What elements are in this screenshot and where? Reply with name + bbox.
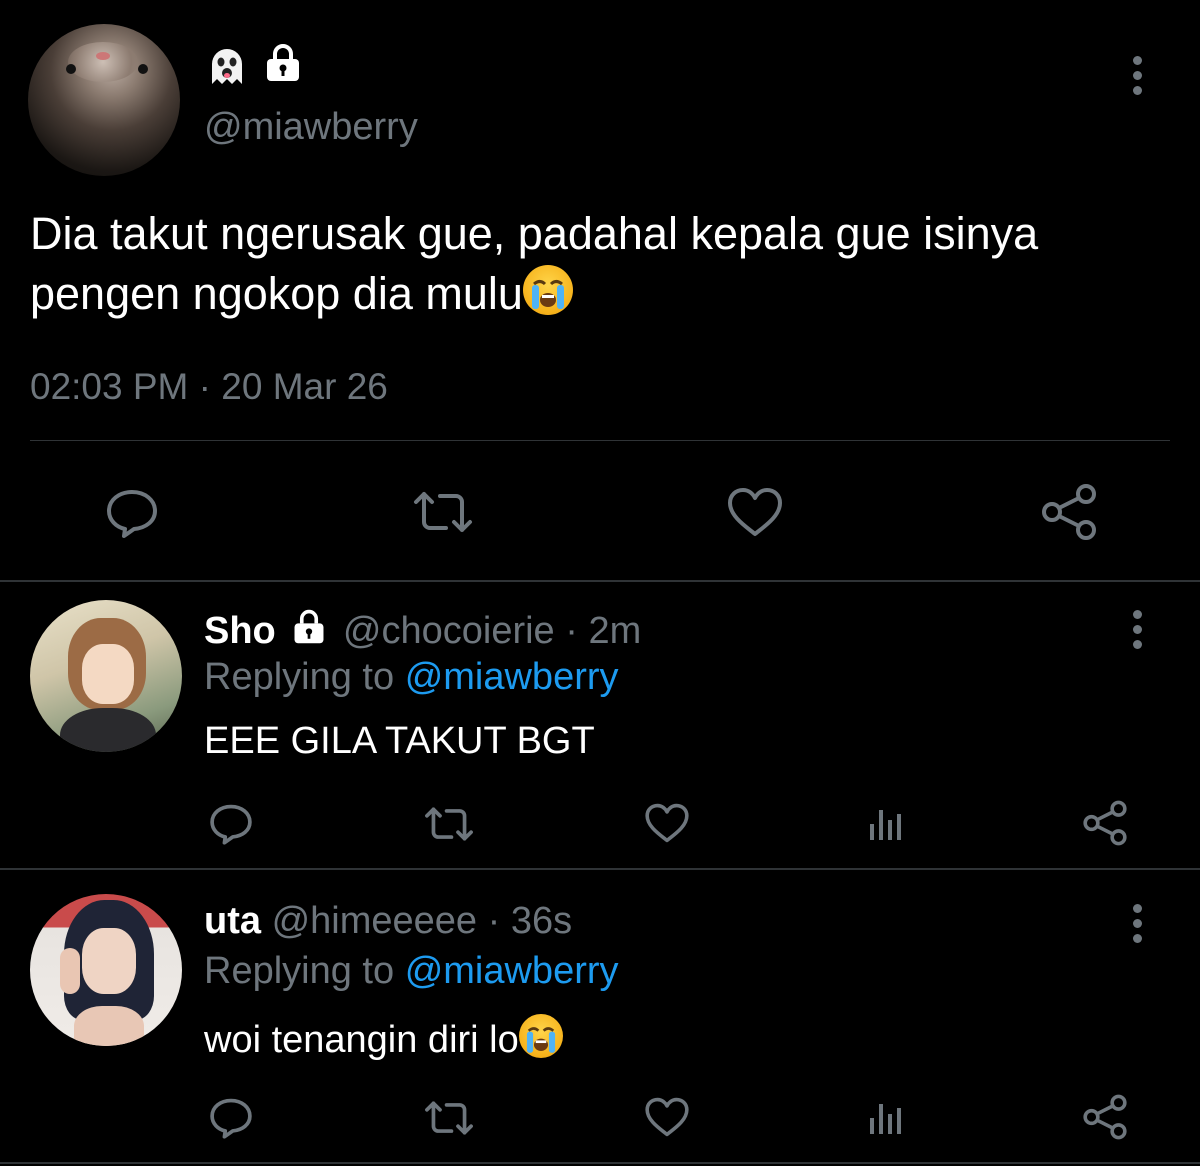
share-icon[interactable] bbox=[1082, 1094, 1128, 1140]
replying-to: Replying to @miawberry bbox=[204, 950, 619, 993]
analytics-icon[interactable] bbox=[866, 1096, 906, 1136]
reply-header: Sho @chocoierie · 2m bbox=[204, 608, 641, 653]
reply-time[interactable]: 2m bbox=[588, 610, 641, 652]
tweet-text-line2: pengen ngokop dia mulu bbox=[30, 268, 523, 319]
divider bbox=[0, 1162, 1200, 1164]
tweet-date: 20 Mar 26 bbox=[221, 366, 388, 407]
reply-icon[interactable] bbox=[104, 484, 160, 540]
analytics-icon[interactable] bbox=[866, 802, 906, 842]
retweet-icon[interactable] bbox=[422, 802, 476, 846]
divider bbox=[0, 868, 1200, 870]
replying-prefix: Replying to bbox=[204, 656, 395, 698]
share-icon[interactable] bbox=[1040, 484, 1098, 540]
author-handle[interactable]: @himeeeee bbox=[272, 900, 477, 942]
retweet-icon[interactable] bbox=[422, 1096, 476, 1140]
tweet-text: Dia takut ngerusak gue, padahal kepala g… bbox=[30, 204, 1038, 324]
more-options-icon[interactable] bbox=[1130, 56, 1144, 96]
retweet-icon[interactable] bbox=[410, 486, 476, 538]
reply-icon[interactable] bbox=[208, 800, 254, 846]
avatar[interactable] bbox=[30, 600, 182, 752]
reply-icon[interactable] bbox=[208, 1094, 254, 1140]
like-icon[interactable] bbox=[644, 1096, 690, 1138]
like-icon[interactable] bbox=[644, 802, 690, 844]
divider bbox=[30, 440, 1170, 441]
reply-time[interactable]: 36s bbox=[511, 900, 572, 942]
avatar[interactable] bbox=[30, 894, 182, 1046]
tweet-text-line: pengen ngokop dia mulu bbox=[30, 264, 1038, 324]
avatar[interactable] bbox=[28, 24, 180, 176]
lock-icon bbox=[262, 42, 304, 84]
reply-header: uta @himeeeee · 36s bbox=[204, 900, 572, 943]
more-options-icon[interactable] bbox=[1130, 904, 1144, 944]
divider bbox=[0, 580, 1200, 582]
reply-text-content: woi tenangin diri lo bbox=[204, 1019, 519, 1061]
author-name[interactable]: uta bbox=[204, 900, 261, 942]
author-name[interactable]: Sho bbox=[204, 610, 276, 652]
tweet-time: 02:03 PM bbox=[30, 366, 189, 407]
loudly-crying-face-icon bbox=[522, 265, 573, 315]
like-icon[interactable] bbox=[726, 486, 784, 538]
author-handle[interactable]: @chocoierie bbox=[343, 610, 555, 652]
replying-to-link[interactable]: @miawberry bbox=[405, 656, 619, 698]
replying-prefix: Replying to bbox=[204, 950, 395, 992]
share-icon[interactable] bbox=[1082, 800, 1128, 846]
separator-dot: · bbox=[565, 610, 578, 652]
replying-to: Replying to @miawberry bbox=[204, 656, 619, 699]
tweet-timestamp[interactable]: 02:03 PM · 20 Mar 26 bbox=[30, 366, 388, 408]
replying-to-link[interactable]: @miawberry bbox=[405, 950, 619, 992]
reply-text: EEE GILA TAKUT BGT bbox=[204, 720, 595, 762]
ghost-icon bbox=[204, 44, 250, 90]
more-options-icon[interactable] bbox=[1130, 610, 1144, 650]
author-handle[interactable]: @miawberry bbox=[204, 106, 418, 149]
reply-text: woi tenangin diri lo bbox=[204, 1014, 563, 1062]
tweet-text-line: Dia takut ngerusak gue, padahal kepala g… bbox=[30, 208, 1039, 259]
lock-icon bbox=[290, 608, 328, 646]
timestamp-separator: · bbox=[198, 366, 211, 407]
separator-dot: · bbox=[487, 900, 501, 942]
loudly-crying-face-icon bbox=[518, 1014, 563, 1058]
